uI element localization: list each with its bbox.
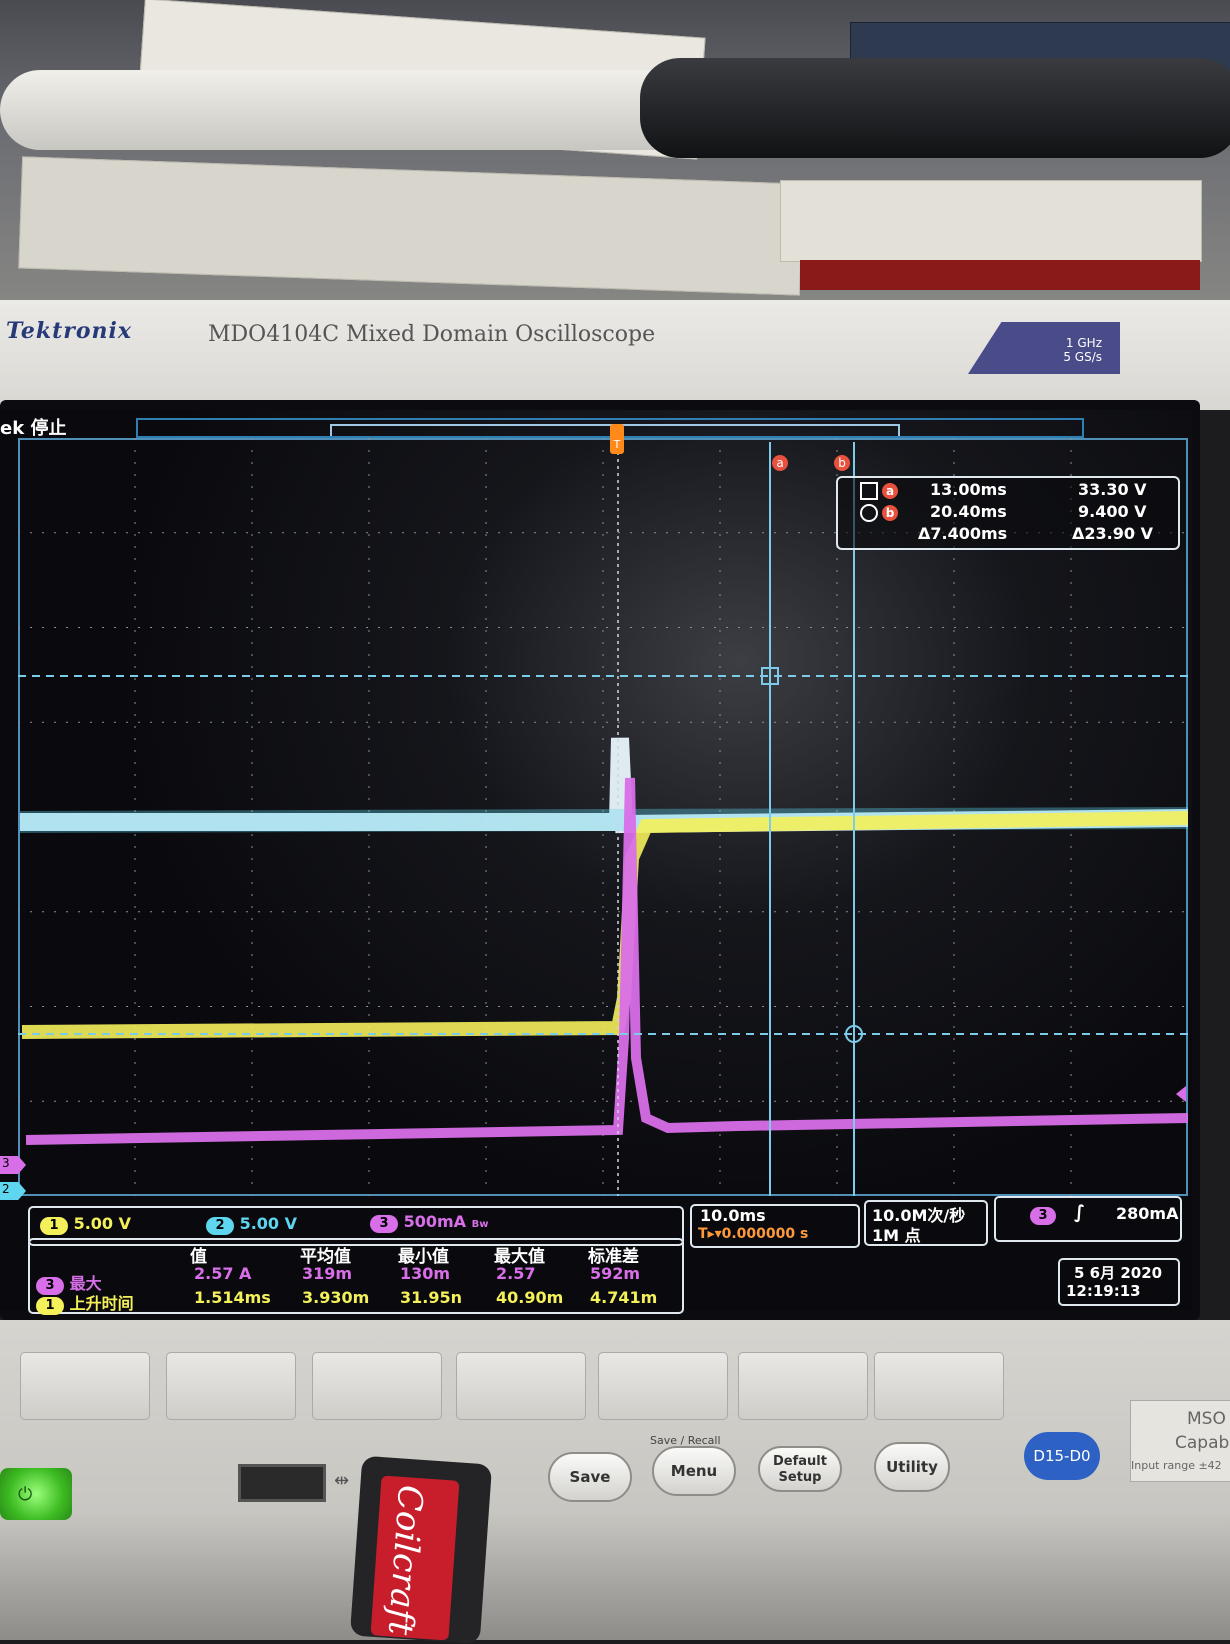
usb-port[interactable] <box>238 1464 326 1502</box>
softkey-6[interactable] <box>738 1352 868 1420</box>
meas-value: 2.57 A <box>194 1264 252 1283</box>
red-book <box>800 260 1200 290</box>
meas-stddev: 4.741m <box>590 1288 658 1307</box>
utility-button[interactable]: Utility <box>874 1442 950 1492</box>
circle-icon <box>860 504 878 522</box>
timebase-scale: 10.0ms <box>700 1206 766 1225</box>
book <box>780 180 1202 262</box>
cursor-delta-value: Δ23.90 V <box>1072 524 1153 543</box>
meas-mean: 3.930m <box>302 1288 370 1307</box>
cursor-b-badge: b <box>882 505 898 521</box>
square-icon <box>860 482 878 500</box>
digital-channels-button[interactable]: D15-D0 <box>1024 1432 1100 1480</box>
save-button[interactable]: Save <box>548 1452 632 1502</box>
meas-max: 40.90m <box>496 1288 564 1307</box>
meas-row-name: 上升时间 <box>69 1294 134 1313</box>
acquisition-status: ek 停止 <box>0 418 67 439</box>
trigger-slope-icon: ∫ <box>1074 1202 1085 1223</box>
mso-label-plate: MSO Capab Input range ±42 <box>1130 1400 1230 1482</box>
datetime-readout: 5 6月 2020 12:19:13 <box>1058 1258 1180 1306</box>
ch2-scale-value: 5.00 V <box>239 1214 298 1233</box>
bw-limit-mark: Bw <box>471 1219 489 1230</box>
cursor-delta-time: Δ7.400ms <box>918 524 1008 543</box>
model-label: MDO4104C Mixed Domain Oscilloscope <box>208 322 656 347</box>
brand-logo: Tektronix <box>6 318 132 344</box>
ch3-scale-value: 500mA <box>403 1212 467 1231</box>
waveform-graticule <box>18 438 1188 1196</box>
default-setup-button[interactable]: Default Setup <box>758 1446 842 1492</box>
measurements-table: 值 平均值 最小值 最大值 标准差 3 最大 2.57 A 319m 130m … <box>28 1238 684 1315</box>
default-setup-line1: Default <box>773 1454 827 1469</box>
capab-label: Capab <box>1175 1433 1230 1453</box>
ch3-chip: 3 <box>370 1215 398 1233</box>
cursor-b-time: 20.40ms <box>930 502 1007 521</box>
usb-icon: ⇹ <box>334 1470 350 1491</box>
meas-value: 1.514ms <box>194 1288 271 1307</box>
input-range-label: Input range ±42 <box>1131 1459 1222 1472</box>
ch2-chip: 2 <box>206 1217 234 1235</box>
cursor-row-b: b 20.40ms 9.400 V <box>838 502 1178 524</box>
default-setup-line2: Setup <box>778 1470 822 1485</box>
ch3-scale[interactable]: 3 500mA Bw <box>370 1212 488 1233</box>
timebase-readout[interactable]: 10.0ms T▸▾0.000000 s <box>690 1204 860 1248</box>
time: 12:19:13 <box>1066 1282 1141 1300</box>
softkey-1[interactable] <box>20 1352 150 1420</box>
meas-row-chip: 1 <box>36 1297 64 1315</box>
cursor-b-value: 9.400 V <box>1078 502 1147 521</box>
meas-min: 31.95n <box>400 1288 462 1307</box>
ch2-scale[interactable]: 2 5.00 V <box>206 1214 297 1235</box>
meas-row-label: 1 上升时间 <box>36 1290 134 1315</box>
cursor-row-delta: Δ7.400ms Δ23.90 V <box>838 524 1178 546</box>
trigger-level: 280mA <box>1116 1204 1179 1223</box>
desk-background <box>0 0 1230 330</box>
trigger-marker[interactable]: T <box>610 424 624 454</box>
meas-mean: 319m <box>302 1264 353 1283</box>
meas-stddev: 592m <box>590 1264 641 1283</box>
mso-label: MSO <box>1187 1409 1226 1429</box>
date: 5 6月 2020 <box>1074 1264 1163 1282</box>
power-icon: ⏻ <box>18 1484 33 1505</box>
trigger-readout[interactable]: 3 ∫ 280mA <box>994 1196 1182 1242</box>
softkey-4[interactable] <box>456 1352 586 1420</box>
power-button[interactable]: ⏻ <box>0 1468 72 1520</box>
acquisition-readout[interactable]: 10.0M次/秒 1M 点 <box>864 1200 988 1246</box>
ch1-scale-value: 5.00 V <box>73 1214 132 1233</box>
ch1-scale[interactable]: 1 5.00 V <box>40 1214 131 1235</box>
trigger-delay: T▸▾0.000000 s <box>698 1226 809 1242</box>
softkey-5[interactable] <box>598 1352 728 1420</box>
meas-min: 130m <box>400 1264 451 1283</box>
trigger-source: 3 <box>1030 1204 1056 1225</box>
softkey-7[interactable] <box>874 1352 1004 1420</box>
ch1-chip: 1 <box>40 1217 68 1235</box>
probe-handle <box>640 58 1230 158</box>
paper-stack <box>18 156 804 296</box>
softkey-3[interactable] <box>312 1352 442 1420</box>
cursor-a-value: 33.30 V <box>1078 480 1147 499</box>
cursor-a-time: 13.00ms <box>930 480 1007 499</box>
cursor-b-badge: b <box>834 455 850 471</box>
cursor-a-badge: a <box>882 483 898 499</box>
ch1-trace <box>21 811 1188 1039</box>
record-length: 1M 点 <box>872 1226 921 1245</box>
trigger-marker-label: T <box>613 438 621 451</box>
softkey-2[interactable] <box>166 1352 296 1420</box>
cursor-readout: a 13.00ms 33.30 V b 20.40ms 9.400 V Δ7.4… <box>836 476 1180 550</box>
menu-button[interactable]: Menu <box>652 1446 736 1496</box>
meas-max: 2.57 <box>496 1264 536 1283</box>
trigger-level-marker <box>1176 1086 1186 1102</box>
cursor-a-flag[interactable]: a <box>772 452 788 471</box>
cursor-a-badge: a <box>772 455 788 471</box>
cursor-row-a: a 13.00ms 33.30 V <box>838 480 1178 502</box>
cursor-b-flag[interactable]: b <box>834 452 850 471</box>
trigger-source-chip: 3 <box>1030 1207 1056 1225</box>
spec-samplerate: 5 GS/s <box>1063 350 1102 364</box>
probe-cable <box>0 70 700 150</box>
